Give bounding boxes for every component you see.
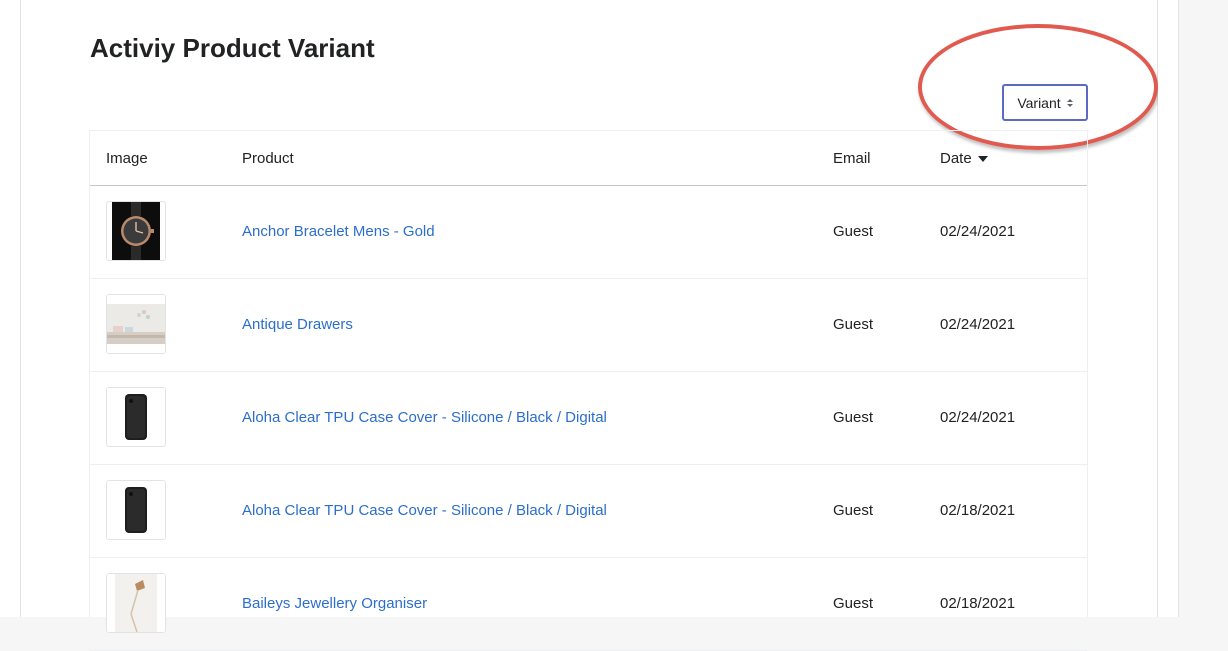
- watch-image: [112, 202, 160, 260]
- column-header-email: Email: [833, 150, 871, 167]
- product-thumbnail: [106, 480, 166, 540]
- table-row: Anchor Bracelet Mens - Gold Guest 02/24/…: [90, 185, 1087, 279]
- table-header: Image Product Email Date: [90, 131, 1087, 186]
- column-header-image: Image: [106, 150, 148, 167]
- table-row: Aloha Clear TPU Case Cover - Silicone / …: [90, 464, 1087, 558]
- date-cell: 02/24/2021: [940, 223, 1016, 240]
- column-header-product: Product: [242, 150, 294, 167]
- email-cell: Guest: [833, 502, 874, 519]
- email-cell: Guest: [833, 223, 874, 240]
- email-cell: Guest: [833, 409, 874, 426]
- table-row: Baileys Jewellery Organiser Guest 02/18/…: [90, 557, 1087, 651]
- sort-descending-icon: [977, 155, 988, 162]
- product-thumbnail: [106, 387, 166, 447]
- date-cell: 02/18/2021: [940, 595, 1016, 612]
- product-thumbnail: [106, 201, 166, 261]
- column-header-date[interactable]: Date: [940, 150, 988, 167]
- content-card: Activiy Product Variant Variant Image Pr…: [21, 0, 1158, 651]
- email-cell: Guest: [833, 595, 874, 612]
- date-cell: 02/18/2021: [940, 502, 1016, 519]
- variant-select-label: Variant: [1017, 94, 1061, 111]
- product-thumbnail: [106, 294, 166, 354]
- phone-case-image: [107, 481, 165, 539]
- select-arrows-icon: [1066, 98, 1073, 107]
- email-cell: Guest: [833, 316, 874, 333]
- table-row: Antique Drawers Guest 02/24/2021: [90, 278, 1087, 372]
- date-cell: 02/24/2021: [940, 409, 1016, 426]
- room-image: [107, 295, 165, 353]
- product-link[interactable]: Antique Drawers: [242, 316, 353, 333]
- product-thumbnail: [106, 573, 166, 633]
- date-cell: 02/24/2021: [940, 316, 1016, 333]
- product-link[interactable]: Anchor Bracelet Mens - Gold: [242, 223, 435, 240]
- page-background: [1179, 0, 1228, 617]
- variant-select[interactable]: Variant: [1002, 84, 1088, 121]
- lamp-image: [107, 574, 165, 632]
- page-title: Activiy Product Variant: [90, 33, 375, 63]
- right-gutter: [1158, 0, 1179, 617]
- product-link[interactable]: Aloha Clear TPU Case Cover - Silicone / …: [242, 502, 607, 519]
- phone-case-image: [107, 388, 165, 446]
- activity-table: Image Product Email Date Anchor Bracelet…: [89, 130, 1088, 651]
- product-link[interactable]: Baileys Jewellery Organiser: [242, 595, 427, 612]
- product-link[interactable]: Aloha Clear TPU Case Cover - Silicone / …: [242, 409, 607, 426]
- column-header-date-label: Date: [940, 150, 972, 167]
- table-row: Aloha Clear TPU Case Cover - Silicone / …: [90, 371, 1087, 465]
- left-gutter: [0, 0, 21, 617]
